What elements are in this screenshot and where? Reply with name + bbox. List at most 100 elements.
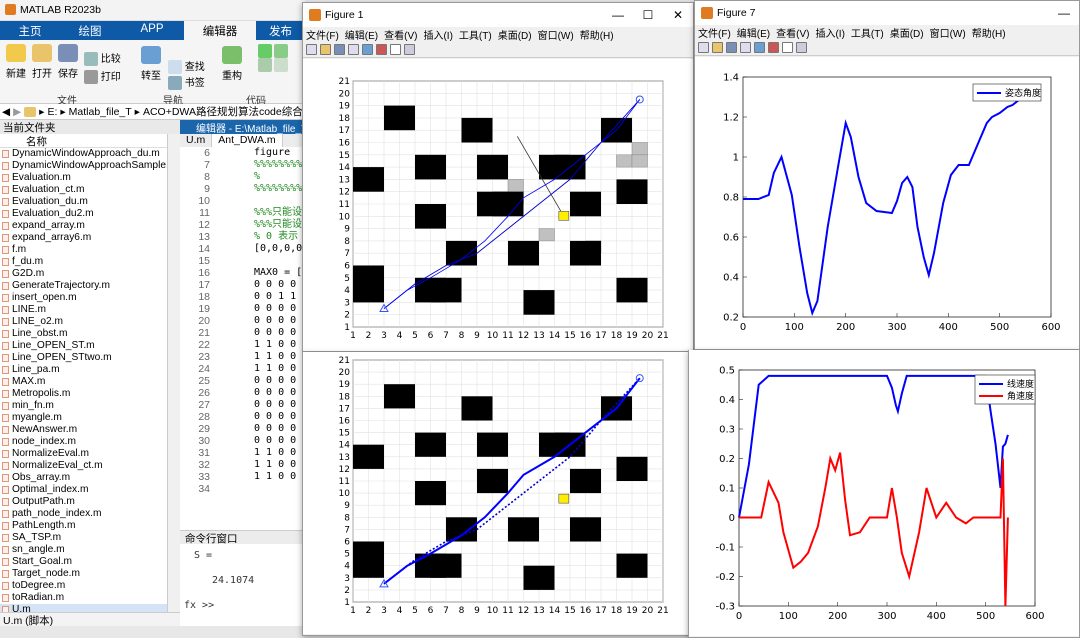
menu-desktop[interactable]: 桌面(D)	[890, 25, 924, 40]
file-list-item[interactable]: U.m	[0, 604, 167, 612]
property-editor-icon[interactable]	[404, 44, 415, 55]
file-list-item[interactable]: Line_obst.m	[0, 328, 167, 340]
tab-home[interactable]: 主页	[0, 21, 60, 40]
file-browser-scrollbar[interactable]	[168, 134, 180, 612]
colorbar-icon[interactable]	[768, 42, 779, 53]
forward-icon[interactable]: ▶	[13, 106, 21, 118]
tab-publish[interactable]: 发布	[256, 21, 305, 40]
attitude-angle-plot[interactable]: 0 100 200 300 400 500 600 0.2 0.4 0.6 0.8 1 1.2 1.4 姿态…	[695, 57, 1079, 349]
file-list-item[interactable]: Line_pa.m	[0, 364, 167, 376]
path-folder[interactable]: Matlab_file_T	[69, 106, 132, 118]
open-file-icon[interactable]	[712, 42, 723, 53]
tab-apps[interactable]: APP	[120, 21, 184, 40]
new-figure-icon[interactable]	[698, 42, 709, 53]
menu-desktop[interactable]: 桌面(D)	[498, 27, 532, 42]
address-bar[interactable]: ◀ ▶ ▸ E: ▸ Matlab_file_T ▸ ACO+DWA路径规划算法…	[0, 104, 305, 120]
file-list-item[interactable]: sn_angle.m	[0, 544, 167, 556]
code-editor[interactable]: 6 figure 7%%%%%%%%% 8% 9%%%%%%%%% 10 11 %%%只能设 1…	[180, 147, 305, 530]
command-window[interactable]: S = 24.1074 fx >>	[180, 544, 305, 626]
file-list-item[interactable]: node_index.m	[0, 436, 167, 448]
grid-map-plot-2[interactable]: 1 2 3 4 5 6 7 8 9 10 11 12 13 14 15 16 17 18 19 20 211234567…	[303, 352, 693, 634]
menu-file[interactable]: 文件(F)	[306, 27, 339, 42]
compare-button[interactable]: 比较	[84, 50, 124, 67]
file-list-item[interactable]: PathLength.m	[0, 520, 167, 532]
property-editor-icon[interactable]	[796, 42, 807, 53]
bookmark-button[interactable]: 书签	[168, 74, 208, 91]
editor-tab-ant-dwa[interactable]: Ant_DWA.m	[212, 134, 283, 147]
print-figure-icon[interactable]	[348, 44, 359, 55]
menu-file[interactable]: 文件(F)	[698, 25, 731, 40]
file-list-item[interactable]: Metropolis.m	[0, 388, 167, 400]
find-button[interactable]: 查找	[168, 58, 208, 75]
print-button[interactable]: 打印	[84, 68, 132, 85]
refactor-button[interactable]: 重构	[220, 46, 244, 82]
save-figure-icon[interactable]	[334, 44, 345, 55]
print-figure-icon[interactable]	[740, 42, 751, 53]
save-figure-icon[interactable]	[726, 42, 737, 53]
pointer-icon[interactable]	[390, 44, 401, 55]
menu-help[interactable]: 帮助(H)	[580, 27, 614, 42]
file-list-item[interactable]: LINE.m	[0, 304, 167, 316]
file-list-item[interactable]: Evaluation_du2.m	[0, 208, 167, 220]
file-list-item[interactable]: insert_open.m	[0, 292, 167, 304]
file-list-item[interactable]: f.m	[0, 244, 167, 256]
velocity-plot[interactable]: 0 100 200 300 400 500 600 -0.3 -0.2 -0.1 0 0.1 0.2 0.…	[689, 350, 1079, 636]
file-list-item[interactable]: Evaluation_ct.m	[0, 184, 167, 196]
code-tools[interactable]	[248, 44, 298, 88]
file-list-item[interactable]: Evaluation.m	[0, 172, 167, 184]
file-list-item[interactable]: MAX.m	[0, 376, 167, 388]
file-list-item[interactable]: path_node_index.m	[0, 508, 167, 520]
link-plot-icon[interactable]	[362, 44, 373, 55]
save-button[interactable]: 保存	[56, 44, 80, 80]
open-file-icon[interactable]	[320, 44, 331, 55]
new-button[interactable]: 新建	[4, 44, 28, 80]
file-list-item[interactable]: f_du.m	[0, 256, 167, 268]
file-list-item[interactable]: expand_array6.m	[0, 232, 167, 244]
file-list-item[interactable]: DynamicWindowApproach_du.m	[0, 148, 167, 160]
file-list-item[interactable]: toDegree.m	[0, 580, 167, 592]
minimize-button[interactable]: —	[1049, 1, 1079, 25]
new-figure-icon[interactable]	[306, 44, 317, 55]
file-browser[interactable]: 名称 DynamicWindowApproach_du.m DynamicWind…	[0, 134, 168, 612]
file-list-item[interactable]: NormalizeEval.m	[0, 448, 167, 460]
file-list-item[interactable]: SA_TSP.m	[0, 532, 167, 544]
close-button[interactable]: ✕	[663, 3, 693, 27]
file-list-item[interactable]: toRadian.m	[0, 592, 167, 604]
menu-view[interactable]: 查看(V)	[776, 25, 809, 40]
file-list-item[interactable]: Optimal_index.m	[0, 484, 167, 496]
editor-tab-u[interactable]: U.m	[180, 134, 213, 147]
file-list-item[interactable]: NormalizeEval_ct.m	[0, 460, 167, 472]
colorbar-icon[interactable]	[376, 44, 387, 55]
menu-edit[interactable]: 编辑(E)	[737, 25, 770, 40]
tab-plots[interactable]: 绘图	[60, 21, 120, 40]
menu-window[interactable]: 窗口(W)	[538, 27, 574, 42]
path-drive[interactable]: E:	[47, 106, 57, 118]
goto-button[interactable]: 转至	[139, 46, 163, 82]
file-list-item[interactable]: NewAnswer.m	[0, 424, 167, 436]
file-list-item[interactable]: min_fn.m	[0, 400, 167, 412]
file-list-item[interactable]: expand_array.m	[0, 220, 167, 232]
menu-window[interactable]: 窗口(W)	[930, 25, 966, 40]
maximize-button[interactable]: ☐	[633, 3, 663, 27]
menu-help[interactable]: 帮助(H)	[972, 25, 1006, 40]
cw-prompt[interactable]: fx >>	[184, 600, 305, 611]
file-list-item[interactable]: Obs_array.m	[0, 472, 167, 484]
file-list-item[interactable]: OutputPath.m	[0, 496, 167, 508]
menu-insert[interactable]: 插入(I)	[423, 27, 452, 42]
file-list-item[interactable]: G2D.m	[0, 268, 167, 280]
grid-map-plot[interactable]: 1 2 3 4 5 6 7 8 9 10 11 12 13 14 15 16 17 18 19 20 211234567…	[303, 59, 693, 351]
path-subfolder[interactable]: ACO+DWA路径规划算法code综合	[143, 104, 303, 119]
pointer-icon[interactable]	[782, 42, 793, 53]
menu-view[interactable]: 查看(V)	[384, 27, 417, 42]
link-plot-icon[interactable]	[754, 42, 765, 53]
tab-editor[interactable]: 编辑器	[184, 21, 256, 40]
file-list-item[interactable]: DynamicWindowApproachSample.	[0, 160, 167, 172]
file-list-item[interactable]: Line_OPEN_ST.m	[0, 340, 167, 352]
menu-edit[interactable]: 编辑(E)	[345, 27, 378, 42]
minimize-button[interactable]: —	[603, 3, 633, 27]
file-list-item[interactable]: Line_OPEN_STtwo.m	[0, 352, 167, 364]
menu-insert[interactable]: 插入(I)	[815, 25, 844, 40]
file-list-item[interactable]: Start_Goal.m	[0, 556, 167, 568]
menu-tools[interactable]: 工具(T)	[459, 27, 492, 42]
file-list-item[interactable]: myangle.m	[0, 412, 167, 424]
